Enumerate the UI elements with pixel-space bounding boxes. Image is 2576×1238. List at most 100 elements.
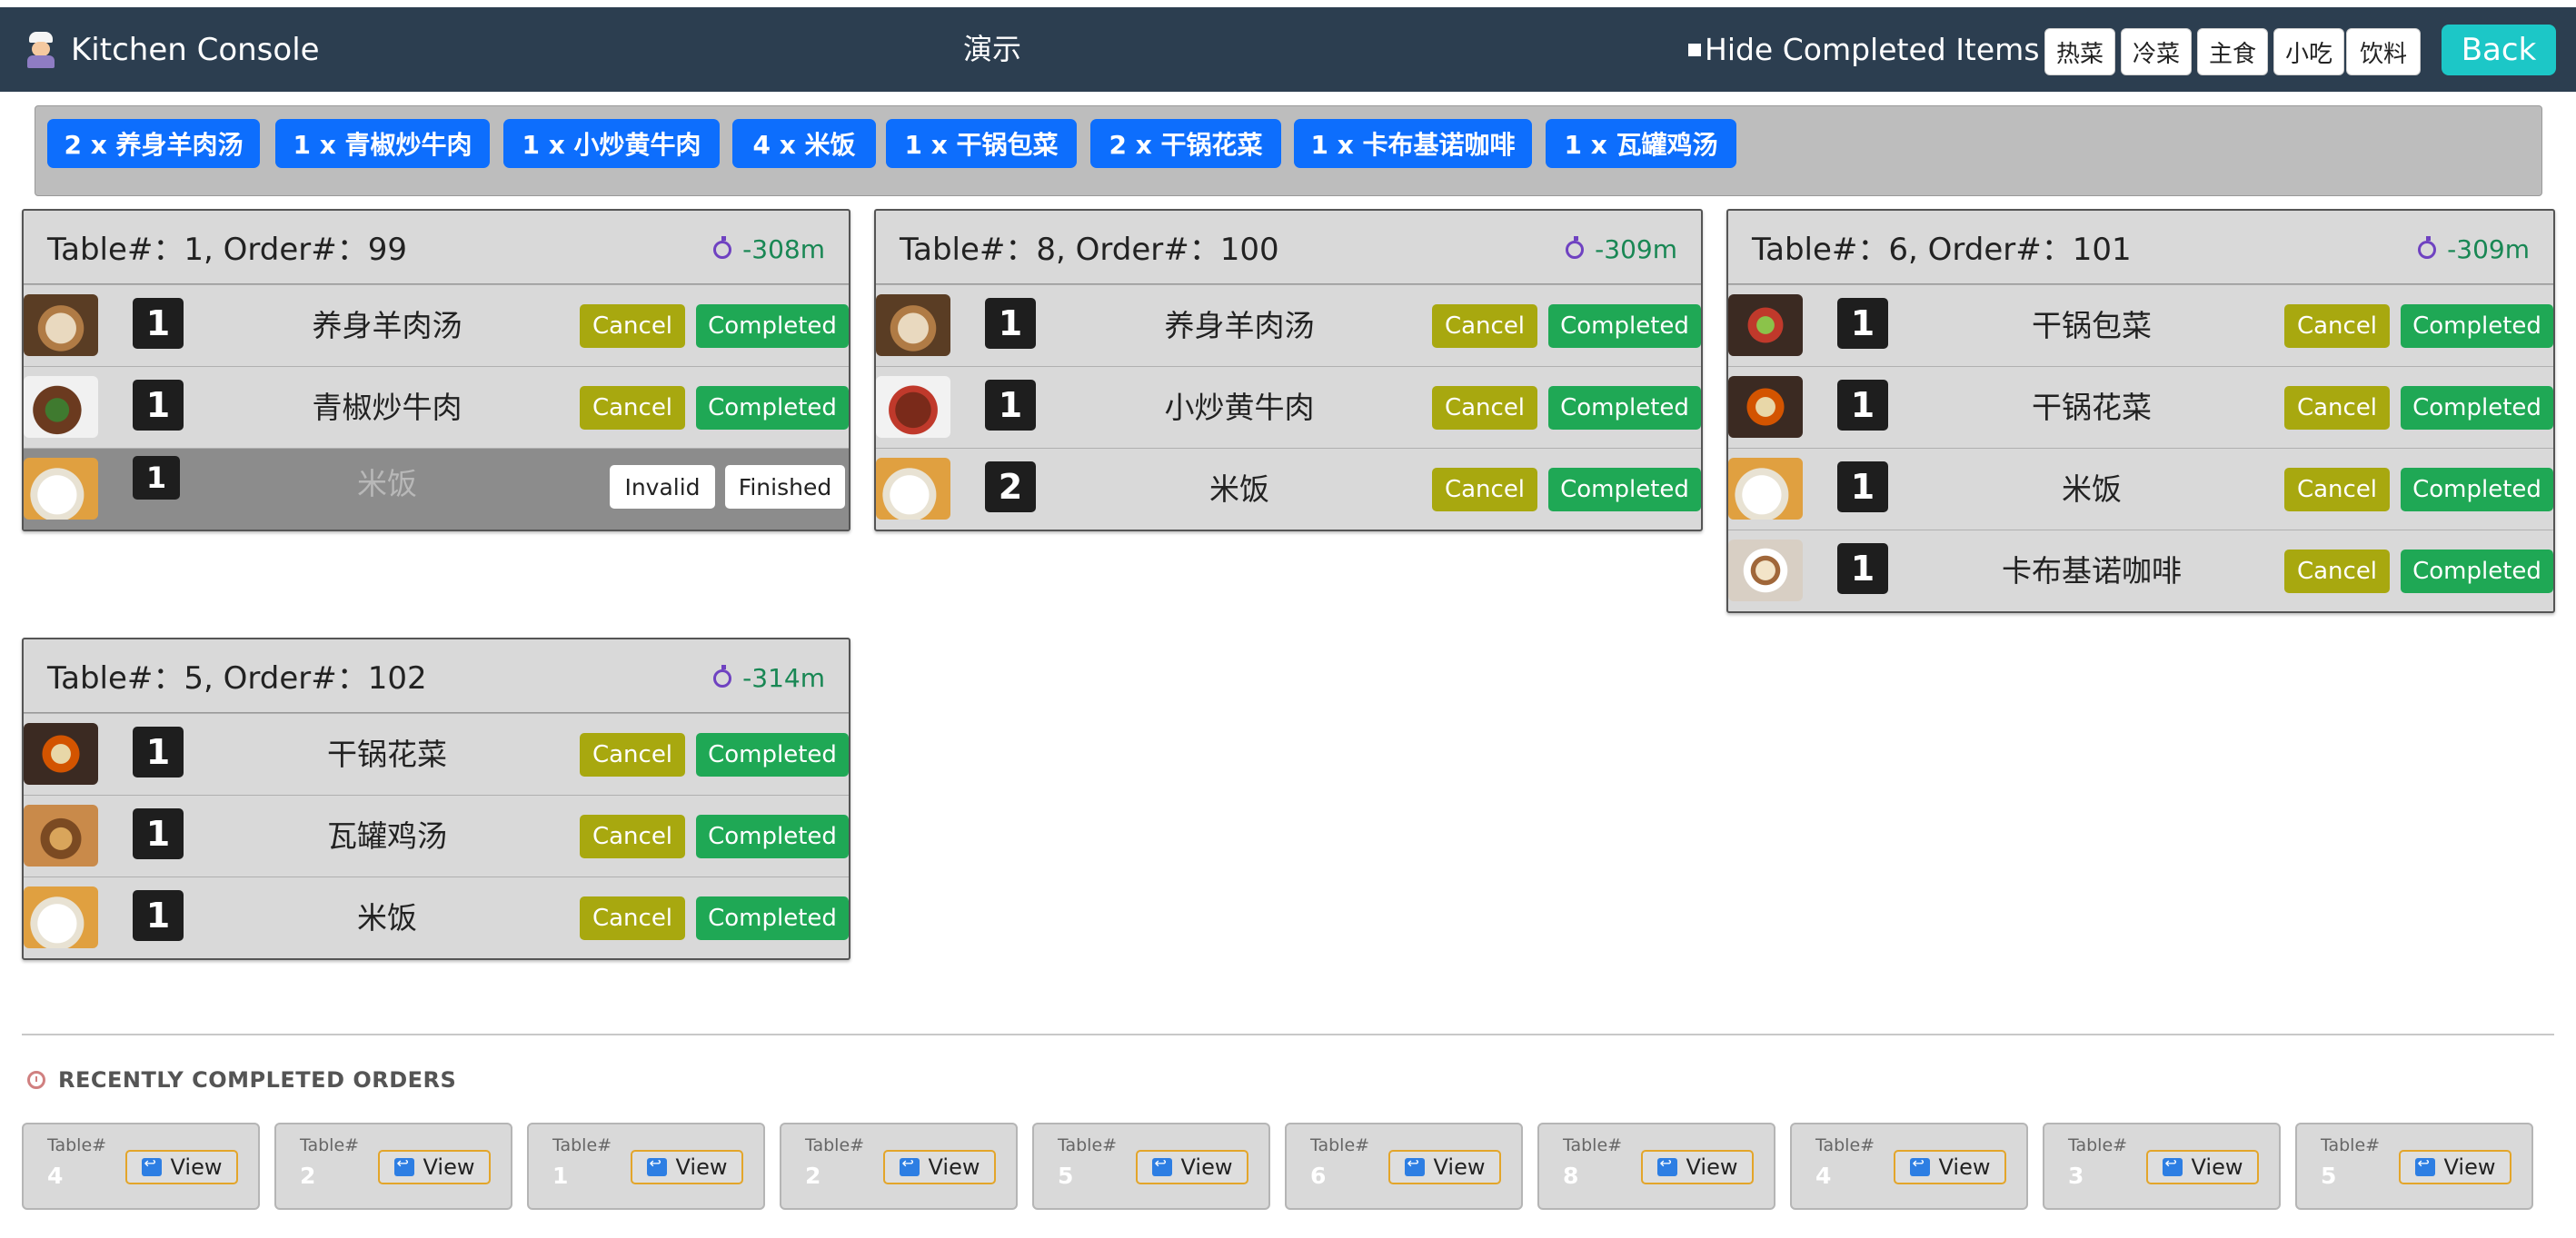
completed-button[interactable]: Completed [1548,304,1701,348]
completed-button[interactable]: Completed [696,896,849,940]
chef-icon [25,31,56,68]
quantity-badge: 1 [985,380,1036,431]
order-item: 1 瓦罐鸡汤 Cancel Completed [24,795,849,877]
dry-pot-icon [24,723,98,785]
summary-pill[interactable]: 4 x 米饭 [732,119,876,168]
recent-order-card: Table# 2 View [780,1123,1018,1210]
return-icon [393,1154,414,1176]
dish-name: 养身羊肉汤 [312,308,462,343]
hide-completed-label: Hide Completed Items [1705,32,2040,67]
order-card: Table#：8, Order#：100 -309m 1 养身羊肉汤 Cance… [874,209,1703,531]
table-number: 5 [2321,1163,2337,1189]
view-button[interactable]: View [2146,1150,2259,1184]
category-button-hot[interactable]: 热菜 [2044,28,2115,75]
table-label: Table# [1310,1135,1370,1155]
summary-pill[interactable]: 1 x 瓦罐鸡汤 [1546,119,1736,168]
dry-pot-icon [1728,294,1803,356]
view-button[interactable]: View [883,1150,996,1184]
table-number: 1 [552,1163,569,1189]
order-item: 1 养身羊肉汤 Cancel Completed [876,284,1701,366]
category-button-cold[interactable]: 冷菜 [2121,28,2192,75]
view-button[interactable]: View [1136,1150,1248,1184]
section-divider [22,1034,2554,1035]
summary-pill[interactable]: 2 x 干锅花菜 [1090,119,1281,168]
cancel-button[interactable]: Cancel [580,733,685,777]
rice-icon [24,458,98,520]
stopwatch-icon [713,665,732,688]
cancel-button[interactable]: Cancel [2284,386,2390,430]
quantity-badge: 1 [1837,298,1888,349]
cancel-button[interactable]: Cancel [580,304,685,348]
completed-button[interactable]: Completed [2401,304,2553,348]
cancel-button[interactable]: Cancel [2284,468,2390,511]
table-label: Table# [1563,1135,1623,1155]
cancel-button[interactable]: Cancel [2284,304,2390,348]
category-button-snack[interactable]: 小吃 [2273,28,2344,75]
completed-button[interactable]: Completed [1548,386,1701,430]
completed-button[interactable]: Completed [696,304,849,348]
cancel-button[interactable]: Cancel [1432,386,1537,430]
quantity-badge: 1 [133,298,184,349]
quantity-badge: 1 [1837,543,1888,594]
dry-pot-icon [1728,376,1803,438]
checkbox-icon[interactable] [1688,43,1701,56]
order-item: 1 青椒炒牛肉 Cancel Completed [24,366,849,448]
view-button[interactable]: View [125,1150,238,1184]
cancel-button[interactable]: Cancel [580,896,685,940]
dish-name: 米饭 [357,466,417,501]
return-icon [1404,1154,1425,1176]
view-button[interactable]: View [2399,1150,2511,1184]
summary-pill[interactable]: 2 x 养身羊肉汤 [47,119,260,168]
cancel-button[interactable]: Cancel [580,386,685,430]
return-icon [1656,1154,1677,1176]
summary-pill[interactable]: 1 x 小炒黄牛肉 [503,119,720,168]
completed-button[interactable]: Completed [2401,468,2553,511]
category-button-drinks[interactable]: 饮料 [2346,28,2421,75]
item-summary-bar: 2 x 养身羊肉汤 1 x 青椒炒牛肉 1 x 小炒黄牛肉 4 x 米饭 1 x… [35,105,2542,196]
dish-name: 小炒黄牛肉 [1164,390,1315,425]
completed-button[interactable]: Completed [696,815,849,858]
quantity-badge: 1 [133,727,184,777]
cancel-button[interactable]: Cancel [1432,304,1537,348]
recent-order-card: Table# 5 View [1032,1123,1270,1210]
completed-button[interactable]: Completed [696,733,849,777]
recent-order-card: Table# 5 View [2295,1123,2533,1210]
table-label: Table# [2321,1135,2381,1155]
order-item: 1 卡布基诺咖啡 Cancel Completed [1728,530,2553,611]
completed-button[interactable]: Completed [696,386,849,430]
category-button-staple[interactable]: 主食 [2197,28,2268,75]
view-button[interactable]: View [378,1150,491,1184]
hide-completed-toggle[interactable]: Hide Completed Items [1688,7,2040,92]
back-button[interactable]: Back [2442,25,2556,75]
view-button[interactable]: View [1388,1150,1501,1184]
cancel-button[interactable]: Cancel [2284,550,2390,593]
cancel-button[interactable]: Cancel [1432,468,1537,511]
completed-button[interactable]: Completed [2401,550,2553,593]
return-icon [1151,1154,1172,1176]
completed-button[interactable]: Completed [1548,468,1701,511]
order-item-invalid: 1 米饭 Invalid Finished [24,448,849,530]
elapsed-time: -314m [742,663,825,693]
cancel-button[interactable]: Cancel [580,815,685,858]
table-label: Table# [47,1135,107,1155]
view-button[interactable]: View [631,1150,743,1184]
quantity-badge: 1 [133,380,184,431]
finished-button[interactable]: Finished [725,465,845,509]
return-icon [646,1154,667,1176]
summary-pill[interactable]: 1 x 卡布基诺咖啡 [1294,119,1532,168]
view-button[interactable]: View [1641,1150,1754,1184]
summary-pill[interactable]: 1 x 干锅包菜 [886,119,1077,168]
summary-pill[interactable]: 1 x 青椒炒牛肉 [275,119,490,168]
invalid-button[interactable]: Invalid [610,465,715,509]
order-header: Table#：5, Order#：102 -314m [24,639,849,713]
return-icon [141,1154,162,1176]
dish-name: 米饭 [357,900,417,936]
return-icon [1909,1154,1930,1176]
soup-icon [24,294,98,356]
table-number: 3 [2068,1163,2084,1189]
quantity-badge: 2 [985,461,1036,512]
order-timer: -314m [713,639,825,718]
completed-button[interactable]: Completed [2401,386,2553,430]
view-button[interactable]: View [1894,1150,2006,1184]
quantity-badge: 1 [1837,380,1888,431]
